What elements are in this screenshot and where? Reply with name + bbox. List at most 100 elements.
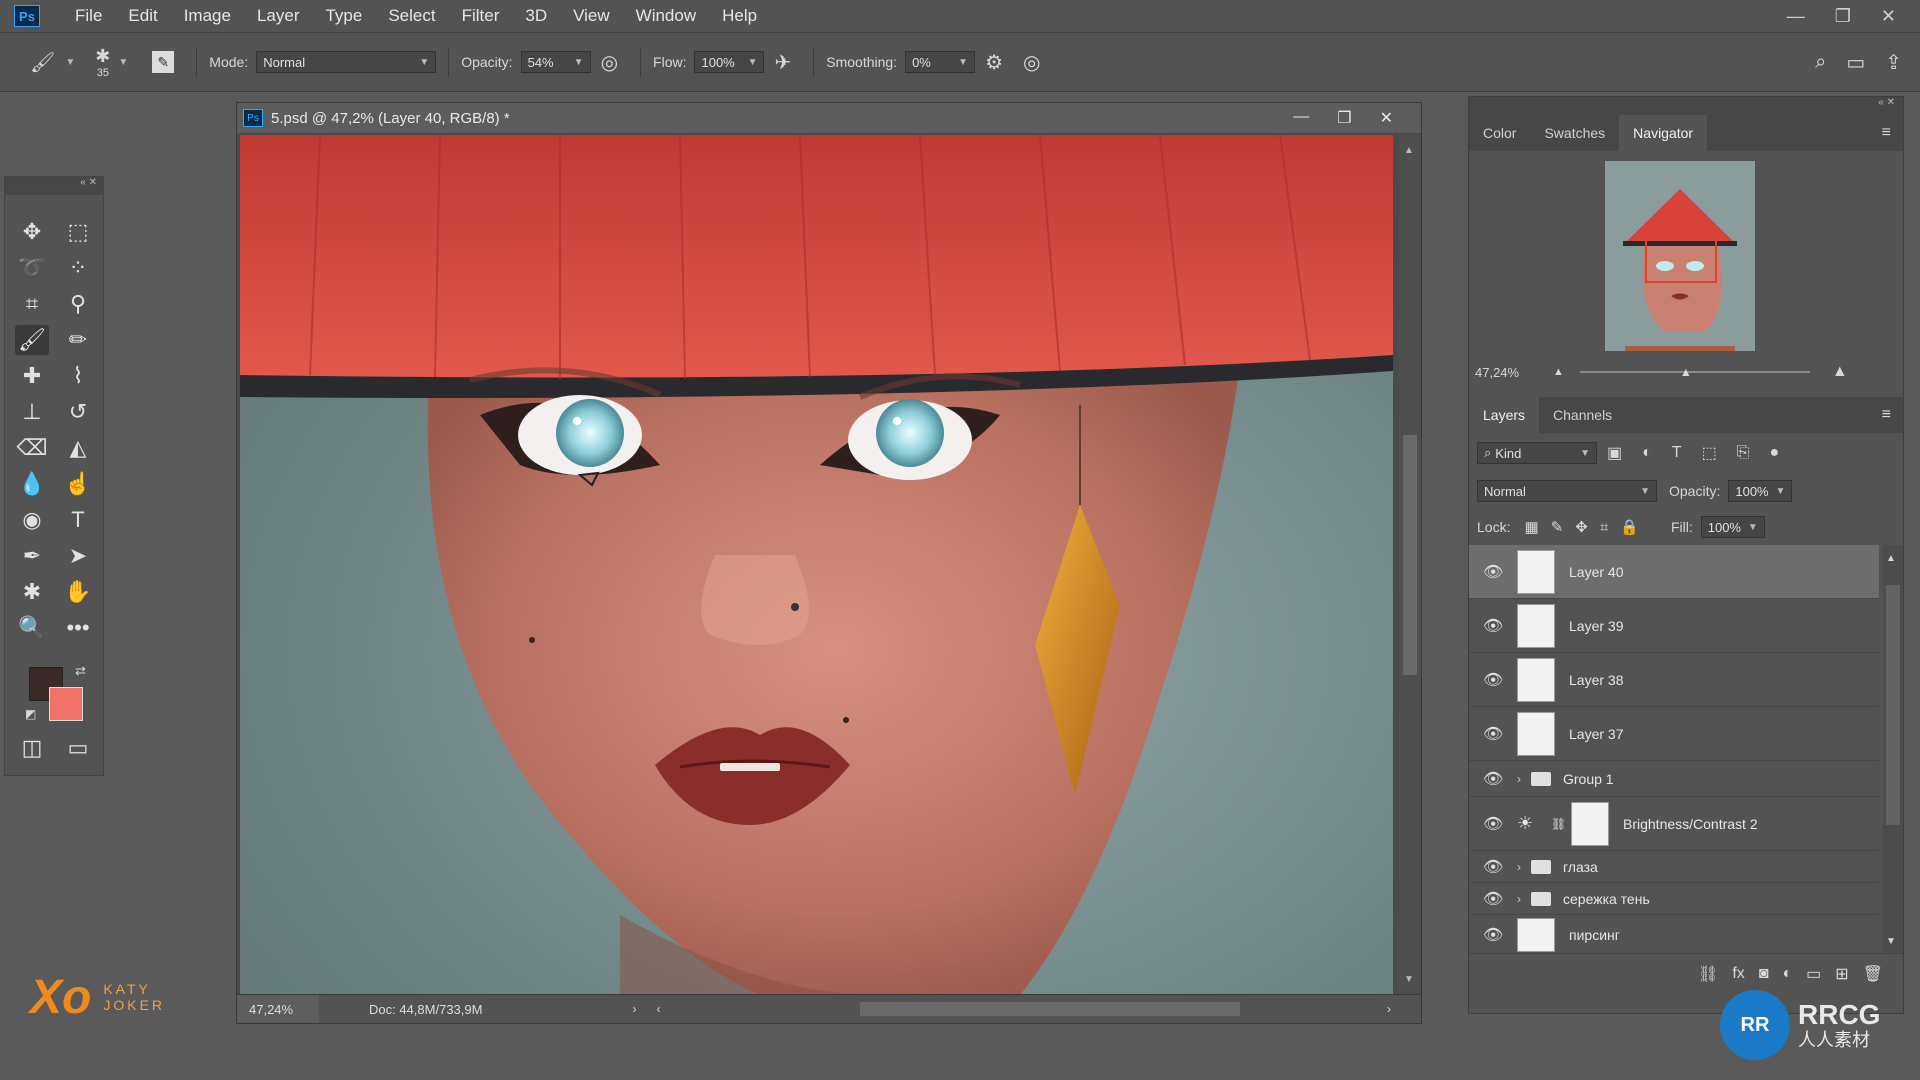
new-group-icon[interactable]: ▭ (1806, 964, 1821, 984)
doc-restore-button[interactable]: ❐ (1337, 108, 1351, 128)
hand-tool-icon[interactable]: ✋ (61, 577, 95, 607)
blend-mode-select[interactable]: Normal ▼ (1477, 480, 1657, 502)
close-button[interactable]: ✕ (1881, 6, 1896, 27)
dock-header[interactable]: « ✕ (1469, 97, 1903, 115)
lasso-tool-icon[interactable]: ➰ (15, 253, 49, 283)
crop-tool-icon[interactable]: ⌗ (15, 289, 49, 319)
status-menu-arrow-icon[interactable]: › (632, 1002, 636, 1016)
layer-row[interactable]: 👁 Layer 39 (1469, 599, 1879, 653)
brush-picker[interactable]: ✱ 35 (95, 46, 110, 79)
quick-select-tool-icon[interactable]: ⁘ (61, 253, 95, 283)
menu-file[interactable]: File (62, 6, 115, 26)
image-canvas[interactable] (240, 135, 1393, 995)
more-tools-icon[interactable]: ••• (61, 613, 95, 643)
menu-view[interactable]: View (560, 6, 623, 26)
visibility-eye-icon[interactable]: 👁 (1483, 769, 1503, 789)
navigator-preview[interactable] (1605, 161, 1755, 351)
lock-artboard-icon[interactable]: ⌗ (1600, 519, 1608, 536)
chevron-right-icon[interactable]: › (1517, 892, 1531, 906)
group-row[interactable]: 👁 › сережка тень (1469, 883, 1879, 915)
flow-field[interactable]: 100% ▼ (694, 51, 765, 73)
layer-row[interactable]: 👁 Layer 37 (1469, 707, 1879, 761)
brush-settings-panel-icon[interactable]: ✎ (152, 51, 175, 73)
history-brush-tool-icon[interactable]: ↺ (61, 397, 95, 427)
filter-smart-object-icon[interactable]: ⎘ (1737, 444, 1750, 462)
filter-adjustment-icon[interactable]: ◐ (1642, 444, 1652, 462)
chevron-down-icon[interactable]: ▼ (118, 57, 128, 68)
tab-layers[interactable]: Layers (1469, 397, 1540, 433)
filter-pixel-icon[interactable]: ▣ (1607, 443, 1622, 463)
adjustment-layer-row[interactable]: 👁 ☀ ⛓ Brightness/Contrast 2 (1469, 797, 1879, 851)
path-select-tool-icon[interactable]: ➤ (61, 541, 95, 571)
restore-button[interactable]: ❐ (1835, 6, 1851, 27)
swap-colors-icon[interactable]: ⇄ (75, 663, 86, 679)
link-icon[interactable]: ⛓ (1551, 817, 1566, 831)
delete-layer-icon[interactable]: 🗑 (1863, 964, 1883, 984)
filter-shape-icon[interactable]: ⬚ (1702, 443, 1717, 463)
scroll-right-icon[interactable]: › (1387, 1002, 1391, 1016)
panel-menu-icon[interactable]: ≡ (1870, 115, 1903, 151)
menu-help[interactable]: Help (709, 6, 770, 26)
visibility-eye-icon[interactable]: 👁 (1483, 889, 1503, 909)
scrollbar-thumb[interactable] (1403, 435, 1417, 675)
tab-color[interactable]: Color (1469, 115, 1530, 151)
filter-type-icon[interactable]: T (1672, 444, 1682, 462)
blur-tool-icon[interactable]: 💧 (15, 469, 49, 499)
chevron-right-icon[interactable]: › (1517, 772, 1531, 786)
eraser-tool-icon[interactable]: ⌫ (15, 433, 49, 463)
pressure-opacity-icon[interactable]: ◎ (601, 50, 618, 75)
menu-edit[interactable]: Edit (115, 6, 170, 26)
lock-position-icon[interactable]: ✥ (1575, 518, 1588, 536)
menu-select[interactable]: Select (375, 6, 448, 26)
layers-scrollbar[interactable]: ▲ ▼ (1883, 545, 1903, 953)
zoom-slider-handle[interactable]: ▲ (1680, 365, 1692, 379)
dodge-tool-icon[interactable]: ◉ (15, 505, 49, 535)
group-row[interactable]: 👁 › глаза (1469, 851, 1879, 883)
gear-icon[interactable]: ⚙ (985, 50, 1003, 75)
pencil-tool-icon[interactable]: ✏ (61, 325, 95, 355)
visibility-eye-icon[interactable]: 👁 (1483, 616, 1503, 636)
type-tool-icon[interactable]: T (61, 505, 95, 535)
scroll-left-icon[interactable]: ‹ (656, 1002, 660, 1016)
visibility-eye-icon[interactable]: 👁 (1483, 925, 1503, 945)
shape-tool-icon[interactable]: ✱ (15, 577, 49, 607)
layer-opacity-field[interactable]: 100% ▼ (1728, 480, 1793, 502)
mode-select[interactable]: Normal ▼ (256, 51, 437, 73)
menu-image[interactable]: Image (171, 6, 244, 26)
zoom-out-icon[interactable]: ▲ (1553, 366, 1564, 378)
clone-stamp-tool-icon[interactable]: ⊥ (15, 397, 49, 427)
workspace-icon[interactable]: ▭ (1846, 50, 1865, 75)
move-tool-icon[interactable]: ✥ (15, 217, 49, 247)
airbrush-icon[interactable]: ✈ (774, 50, 791, 75)
pressure-size-icon[interactable]: ◎ (1023, 50, 1040, 75)
paint-bucket-tool-icon[interactable]: ◭ (61, 433, 95, 463)
vertical-scrollbar[interactable]: ▲ ▼ (1399, 135, 1421, 995)
smoothing-field[interactable]: 0% ▼ (905, 51, 976, 73)
default-colors-icon[interactable]: ◩ (25, 707, 36, 721)
nav-zoom-value[interactable]: 47,24% (1469, 365, 1535, 380)
kind-filter-select[interactable]: ⌕ Kind ▼ (1477, 442, 1597, 464)
doc-close-button[interactable]: ✕ (1380, 108, 1393, 128)
opacity-field[interactable]: 54% ▼ (520, 51, 591, 73)
new-adjustment-icon[interactable]: ◐ (1782, 965, 1792, 983)
zoom-in-icon[interactable]: ▲ (1832, 363, 1848, 381)
screen-mode-icon[interactable]: ▭ (61, 733, 95, 763)
fill-field[interactable]: 100% ▼ (1700, 516, 1765, 538)
eyedropper-tool-icon[interactable]: ⚲ (61, 289, 95, 319)
minimize-button[interactable]: — (1787, 6, 1805, 27)
new-layer-icon[interactable]: ⊞ (1835, 964, 1848, 984)
scrollbar-thumb[interactable] (1886, 585, 1900, 825)
doc-minimize-button[interactable]: — (1293, 108, 1309, 128)
scroll-down-icon[interactable]: ▼ (1404, 974, 1414, 985)
tools-panel-header[interactable]: « ✕ (5, 177, 103, 195)
mixer-brush-tool-icon[interactable]: ⌇ (61, 361, 95, 391)
tab-swatches[interactable]: Swatches (1530, 115, 1619, 151)
brush-tool-icon[interactable]: 🖌 (15, 325, 49, 355)
visibility-eye-icon[interactable]: 👁 (1483, 670, 1503, 690)
lock-pixels-icon[interactable]: ✎ (1551, 518, 1564, 536)
zoom-tool-icon[interactable]: 🔍 (15, 613, 49, 643)
share-icon[interactable]: ⇪ (1885, 50, 1902, 75)
chevron-down-icon[interactable]: ▼ (65, 57, 75, 68)
doc-size-info[interactable]: Doc: 44,8M/733,9M (369, 1002, 482, 1017)
menu-window[interactable]: Window (623, 6, 709, 26)
